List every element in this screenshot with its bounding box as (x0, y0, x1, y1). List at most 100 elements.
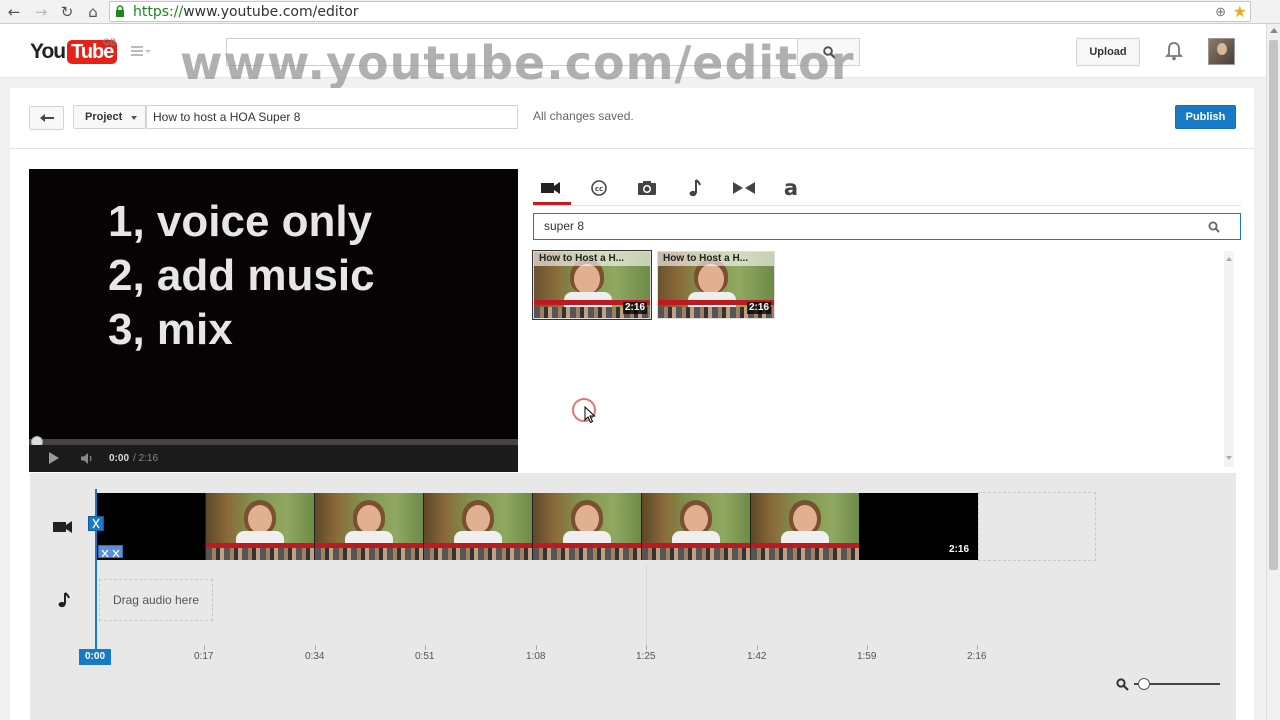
timeline-frame[interactable] (314, 493, 423, 560)
reload-icon[interactable]: ↻ (57, 2, 77, 22)
ruler-label: 1:08 (526, 651, 546, 662)
notifications-bell-icon[interactable] (1165, 41, 1183, 61)
result-thumbnail[interactable]: How to Host a H... 2:16 (532, 250, 652, 320)
audio-drop-zone[interactable]: Drag audio here (99, 579, 213, 621)
result-thumbnail[interactable]: How to Host a H... 2:16 (657, 251, 775, 319)
timeline-frame[interactable] (205, 493, 314, 560)
youtube-logo[interactable]: You Tube GB (30, 37, 118, 64)
result-duration: 2:16 (746, 302, 771, 314)
zoom-icon[interactable]: ⊕ (1215, 4, 1226, 20)
video-drop-zone[interactable] (978, 492, 1096, 561)
timeline-frame[interactable] (423, 493, 532, 560)
zoom-slider-knob[interactable] (1138, 678, 1150, 690)
tab-audio[interactable] (677, 174, 711, 204)
ruler-tick (867, 645, 868, 650)
tabs-divider (533, 205, 1241, 206)
ruler-label: 2:16 (967, 651, 987, 662)
url-text: https://www.youtube.com/editor (133, 4, 359, 20)
timeline-frame[interactable] (641, 493, 750, 560)
tab-video[interactable] (533, 174, 571, 205)
preview-player[interactable]: 1, voice only 2, add music 3, mix 0:00 /… (29, 169, 518, 472)
tab-text[interactable]: a (773, 174, 807, 204)
search-results: How to Host a H... 2:16 How to Host a H.… (532, 250, 1241, 467)
forward-arrow-icon[interactable]: → (31, 2, 51, 22)
svg-text:a: a (784, 178, 798, 198)
clip-duration-label: 2:16 (949, 544, 970, 555)
zoom-icon (1116, 678, 1129, 691)
ruler-label: 0:51 (415, 651, 435, 662)
back-arrow-icon[interactable]: ← (4, 2, 24, 22)
country-code: GB (103, 37, 117, 47)
user-avatar[interactable] (1208, 38, 1235, 65)
scroll-up-arrow[interactable] (1226, 257, 1232, 261)
result-duration: 2:16 (622, 302, 647, 314)
ruler-label: 1:59 (857, 651, 877, 662)
address-bar[interactable]: https://www.youtube.com/editor ⊕ ★ (109, 1, 1251, 22)
player-controls: 0:00 / 2:16 (29, 445, 518, 472)
play-icon[interactable] (49, 452, 59, 464)
results-scrollbar[interactable] (1224, 251, 1234, 467)
ruler-tick (425, 645, 426, 650)
publish-button[interactable]: Publish (1175, 105, 1236, 129)
current-time: 0:00 (109, 453, 130, 464)
result-title: How to Host a H... (658, 252, 774, 266)
ruler-tick (646, 645, 647, 650)
upload-button[interactable]: Upload (1076, 38, 1140, 66)
project-menu-button[interactable]: Project (73, 105, 146, 129)
video-track-icon (53, 521, 72, 533)
url-watermark: www.youtube.com/editor (180, 36, 855, 90)
video-camera-icon (541, 182, 560, 194)
music-note-icon (689, 179, 701, 197)
timeline-frame[interactable] (750, 493, 859, 560)
video-overlay-text: 1, voice only 2, add music 3, mix (108, 195, 375, 357)
editor-header: Project How to host a HOA Super 8 All ch… (10, 88, 1254, 149)
ruler-label: 0:34 (305, 651, 325, 662)
transition-icon (733, 182, 755, 194)
ruler-label: 0:17 (194, 651, 214, 662)
tab-transitions[interactable] (725, 174, 759, 204)
scroll-down-arrow[interactable] (1226, 456, 1232, 460)
back-arrow-icon (40, 114, 54, 122)
home-icon[interactable]: ⌂ (83, 2, 103, 22)
project-title-input[interactable]: How to host a HOA Super 8 (146, 105, 518, 129)
split-handle[interactable] (98, 545, 123, 558)
trim-handle[interactable] (88, 516, 104, 531)
ruler-tick (315, 645, 316, 650)
guide-menu-icon[interactable] (131, 44, 151, 58)
text-icon: a (784, 178, 798, 198)
scissors-icon (92, 518, 100, 529)
bookmark-star-icon[interactable]: ★ (1233, 2, 1247, 22)
playhead[interactable] (95, 489, 97, 657)
mouse-cursor-icon (584, 406, 596, 424)
editor-back-button[interactable] (29, 106, 64, 130)
scrollbar-thumb[interactable] (1269, 40, 1278, 570)
audio-track-icon (58, 592, 70, 608)
timeline-area: 2:16 Drag audio here 0:17 0:34 0:51 1:08… (30, 473, 1236, 720)
chevron-down-icon (131, 116, 137, 120)
media-search-input[interactable]: super 8 (533, 213, 1241, 240)
page-scrollbar[interactable] (1266, 24, 1280, 720)
save-status: All changes saved. (533, 109, 634, 123)
search-icon[interactable] (1208, 221, 1220, 233)
ruler-label: 1:25 (636, 651, 656, 662)
overlay-line: 1, voice only (108, 197, 373, 246)
tab-captions[interactable]: cc (581, 174, 615, 204)
tab-photos[interactable] (629, 174, 663, 204)
volume-icon[interactable] (81, 453, 95, 464)
ruler-tick (757, 645, 758, 650)
total-time: / 2:16 (133, 453, 159, 464)
lock-icon (116, 5, 124, 17)
ruler-tick (977, 645, 978, 650)
ruler-tick (204, 645, 205, 650)
camera-icon (638, 181, 656, 195)
track-divider (646, 565, 647, 653)
scroll-up-arrow[interactable] (1270, 28, 1278, 33)
video-track[interactable] (96, 493, 978, 560)
split-icon (101, 549, 120, 558)
overlay-line: 3, mix (108, 305, 233, 354)
timeline-frame[interactable] (532, 493, 641, 560)
svg-text:cc: cc (595, 185, 603, 193)
current-time-badge: 0:00 (79, 649, 111, 665)
ruler-label: 1:42 (747, 651, 767, 662)
youtube-masthead: You Tube GB www.youtube.com/editor Upload (0, 24, 1266, 90)
